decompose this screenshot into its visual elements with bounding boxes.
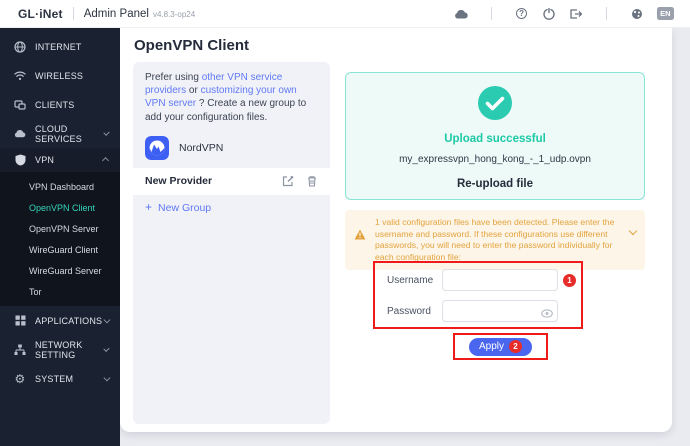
vpn-groups-panel: Prefer using other VPN service providers… <box>133 62 330 424</box>
reupload-button[interactable]: Re-upload file <box>457 178 533 190</box>
apply-label: Apply <box>478 341 504 352</box>
password-field-wrap <box>442 300 558 322</box>
list-item-new-provider[interactable]: New Provider <box>133 167 330 195</box>
sidebar-item-label: APPLICATIONS <box>35 315 103 326</box>
notice-text: 1 valid configuration files have been de… <box>375 217 615 262</box>
sidebar-item-wireless[interactable]: WIRELESS <box>0 61 120 90</box>
sidebar-item-label: CLOUD SERVICES <box>35 123 82 144</box>
chevron-down-icon <box>103 374 110 381</box>
header-divider <box>490 7 492 20</box>
chevron-up-icon <box>101 157 109 164</box>
sidebar-item-applications[interactable]: APPLICATIONS <box>0 306 120 335</box>
cloud-icon <box>14 128 26 140</box>
app-title: Admin Panel <box>83 7 149 20</box>
upload-success-panel: Upload successful my_expressvpn_hong_kon… <box>345 72 645 200</box>
username-row: Username <box>387 269 581 291</box>
password-label: Password <box>387 305 431 317</box>
globe-icon <box>14 40 26 53</box>
nordvpn-icon <box>145 136 169 161</box>
sidebar-item-clients[interactable]: CLIENTS <box>0 90 120 119</box>
uploaded-filename: my_expressvpn_hong_kong_-_1_udp.ovpn <box>399 154 591 165</box>
main-content: OpenVPN Client Prefer using other VPN se… <box>120 28 672 432</box>
submenu-label: VPN Dashboard <box>29 181 95 192</box>
sidebar-item-label: INTERNET <box>35 41 82 52</box>
clients-icon <box>14 99 26 111</box>
apply-annotation-box: Apply 2 <box>453 333 548 360</box>
submenu-label: OpenVPN Client <box>29 202 96 213</box>
edit-icon[interactable] <box>282 175 294 187</box>
sidebar-item-label: CLIENTS <box>35 99 75 110</box>
list-item-nordvpn[interactable]: NordVPN <box>133 132 330 165</box>
sidebar-item-vpn-dashboard[interactable]: VPN Dashboard <box>0 176 120 197</box>
sidebar-item-cloud-services[interactable]: CLOUD SERVICES <box>0 119 120 148</box>
upload-status-text: Upload successful <box>444 133 546 145</box>
check-circle-icon <box>478 86 512 125</box>
group-actions <box>282 175 318 187</box>
logout-icon[interactable] <box>569 7 583 21</box>
wifi-icon <box>14 70 26 82</box>
intro-text: Prefer using other VPN service providers… <box>133 62 330 132</box>
sidebar-item-tor[interactable]: Tor <box>0 281 120 302</box>
shield-icon <box>14 154 26 166</box>
intro-text-mid: or <box>186 85 201 97</box>
sidebar-item-openvpn-server[interactable]: OpenVPN Server <box>0 218 120 239</box>
top-header: GL·iNet Admin Panel v4.8.3-op24 ? EN <box>0 0 690 28</box>
credentials-annotation-box: Username Password 1 <box>373 261 583 329</box>
username-label: Username <box>387 274 434 286</box>
step-badge-1: 1 <box>563 274 576 287</box>
group-name: New Provider <box>145 175 213 188</box>
brand-logo: GL·iNet <box>18 6 63 21</box>
plus-icon: + <box>145 200 153 215</box>
sidebar-item-label: WIRELESS <box>35 70 84 81</box>
new-group-label: New Group <box>158 201 212 214</box>
sidebar-item-wireguard-server[interactable]: WireGuard Server <box>0 260 120 281</box>
apps-icon <box>14 315 26 327</box>
new-group-button[interactable]: + New Group <box>133 195 330 221</box>
reboot-icon[interactable] <box>542 7 556 21</box>
submenu-label: Tor <box>29 286 42 297</box>
vpn-submenu: VPN Dashboard OpenVPN Client OpenVPN Ser… <box>0 172 120 306</box>
sidebar: INTERNET WIRELESS CLIENTS CLOUD SERVICES <box>0 28 120 446</box>
network-icon <box>14 344 26 356</box>
page-title: OpenVPN Client <box>134 37 250 54</box>
step-badge-2: 2 <box>509 340 522 353</box>
submenu-label: WireGuard Client <box>29 244 99 255</box>
username-input[interactable] <box>442 269 558 291</box>
firmware-version: v4.8.3-op24 <box>152 10 196 19</box>
show-password-icon[interactable] <box>541 305 553 323</box>
collapse-chevron-icon[interactable] <box>628 226 638 236</box>
sidebar-item-network-setting[interactable]: NETWORK SETTING <box>0 335 120 364</box>
language-selector[interactable]: EN <box>656 7 674 20</box>
sidebar-item-label: SYSTEM <box>35 373 74 384</box>
chevron-down-icon <box>103 129 110 136</box>
sidebar-item-internet[interactable]: INTERNET <box>0 32 120 61</box>
header-divider <box>72 7 74 20</box>
header-actions: ? EN <box>454 7 674 21</box>
password-row: Password <box>387 300 581 322</box>
sidebar-item-label: NETWORK SETTING <box>35 339 83 360</box>
apply-button[interactable]: Apply 2 <box>468 337 532 356</box>
sidebar-item-vpn[interactable]: VPN <box>0 148 120 172</box>
warning-icon <box>354 227 366 245</box>
chevron-down-icon <box>103 345 110 352</box>
chevron-down-icon <box>103 316 110 323</box>
help-icon[interactable]: ? <box>515 7 529 21</box>
sidebar-item-label: VPN <box>35 155 55 165</box>
submenu-label: OpenVPN Server <box>29 223 99 234</box>
gear-icon: ⚙ <box>14 371 26 386</box>
sidebar-item-system[interactable]: ⚙ SYSTEM <box>0 364 120 393</box>
theme-icon[interactable] <box>630 7 644 21</box>
cloud-icon[interactable] <box>454 7 468 21</box>
sidebar-item-wireguard-client[interactable]: WireGuard Client <box>0 239 120 260</box>
sidebar-item-openvpn-client[interactable]: OpenVPN Client <box>0 197 120 218</box>
delete-icon[interactable] <box>306 175 318 187</box>
header-divider <box>605 7 607 20</box>
provider-name: NordVPN <box>179 142 224 155</box>
intro-text-start: Prefer using <box>145 72 202 83</box>
admin-panel-page: GL·iNet Admin Panel v4.8.3-op24 ? EN INT… <box>0 0 690 446</box>
submenu-label: WireGuard Server <box>29 265 102 276</box>
